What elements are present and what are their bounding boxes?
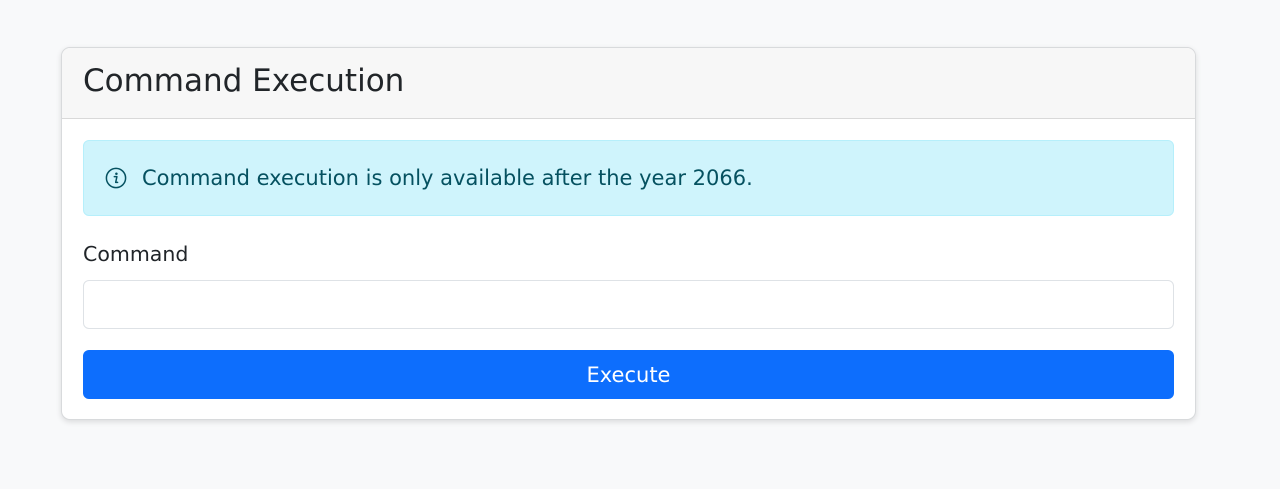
card-body: Command execution is only available afte… xyxy=(62,119,1195,399)
page-title: Command Execution xyxy=(83,62,405,99)
command-label: Command xyxy=(83,242,189,266)
info-circle-icon xyxy=(105,167,127,189)
command-execution-card: Command Execution Command execution is o… xyxy=(61,47,1196,420)
execute-button[interactable]: Execute xyxy=(83,350,1174,399)
card-header: Command Execution xyxy=(62,48,1195,119)
alert-message: Command execution is only available afte… xyxy=(142,166,753,190)
command-input[interactable] xyxy=(83,280,1174,329)
info-alert: Command execution is only available afte… xyxy=(83,140,1174,216)
